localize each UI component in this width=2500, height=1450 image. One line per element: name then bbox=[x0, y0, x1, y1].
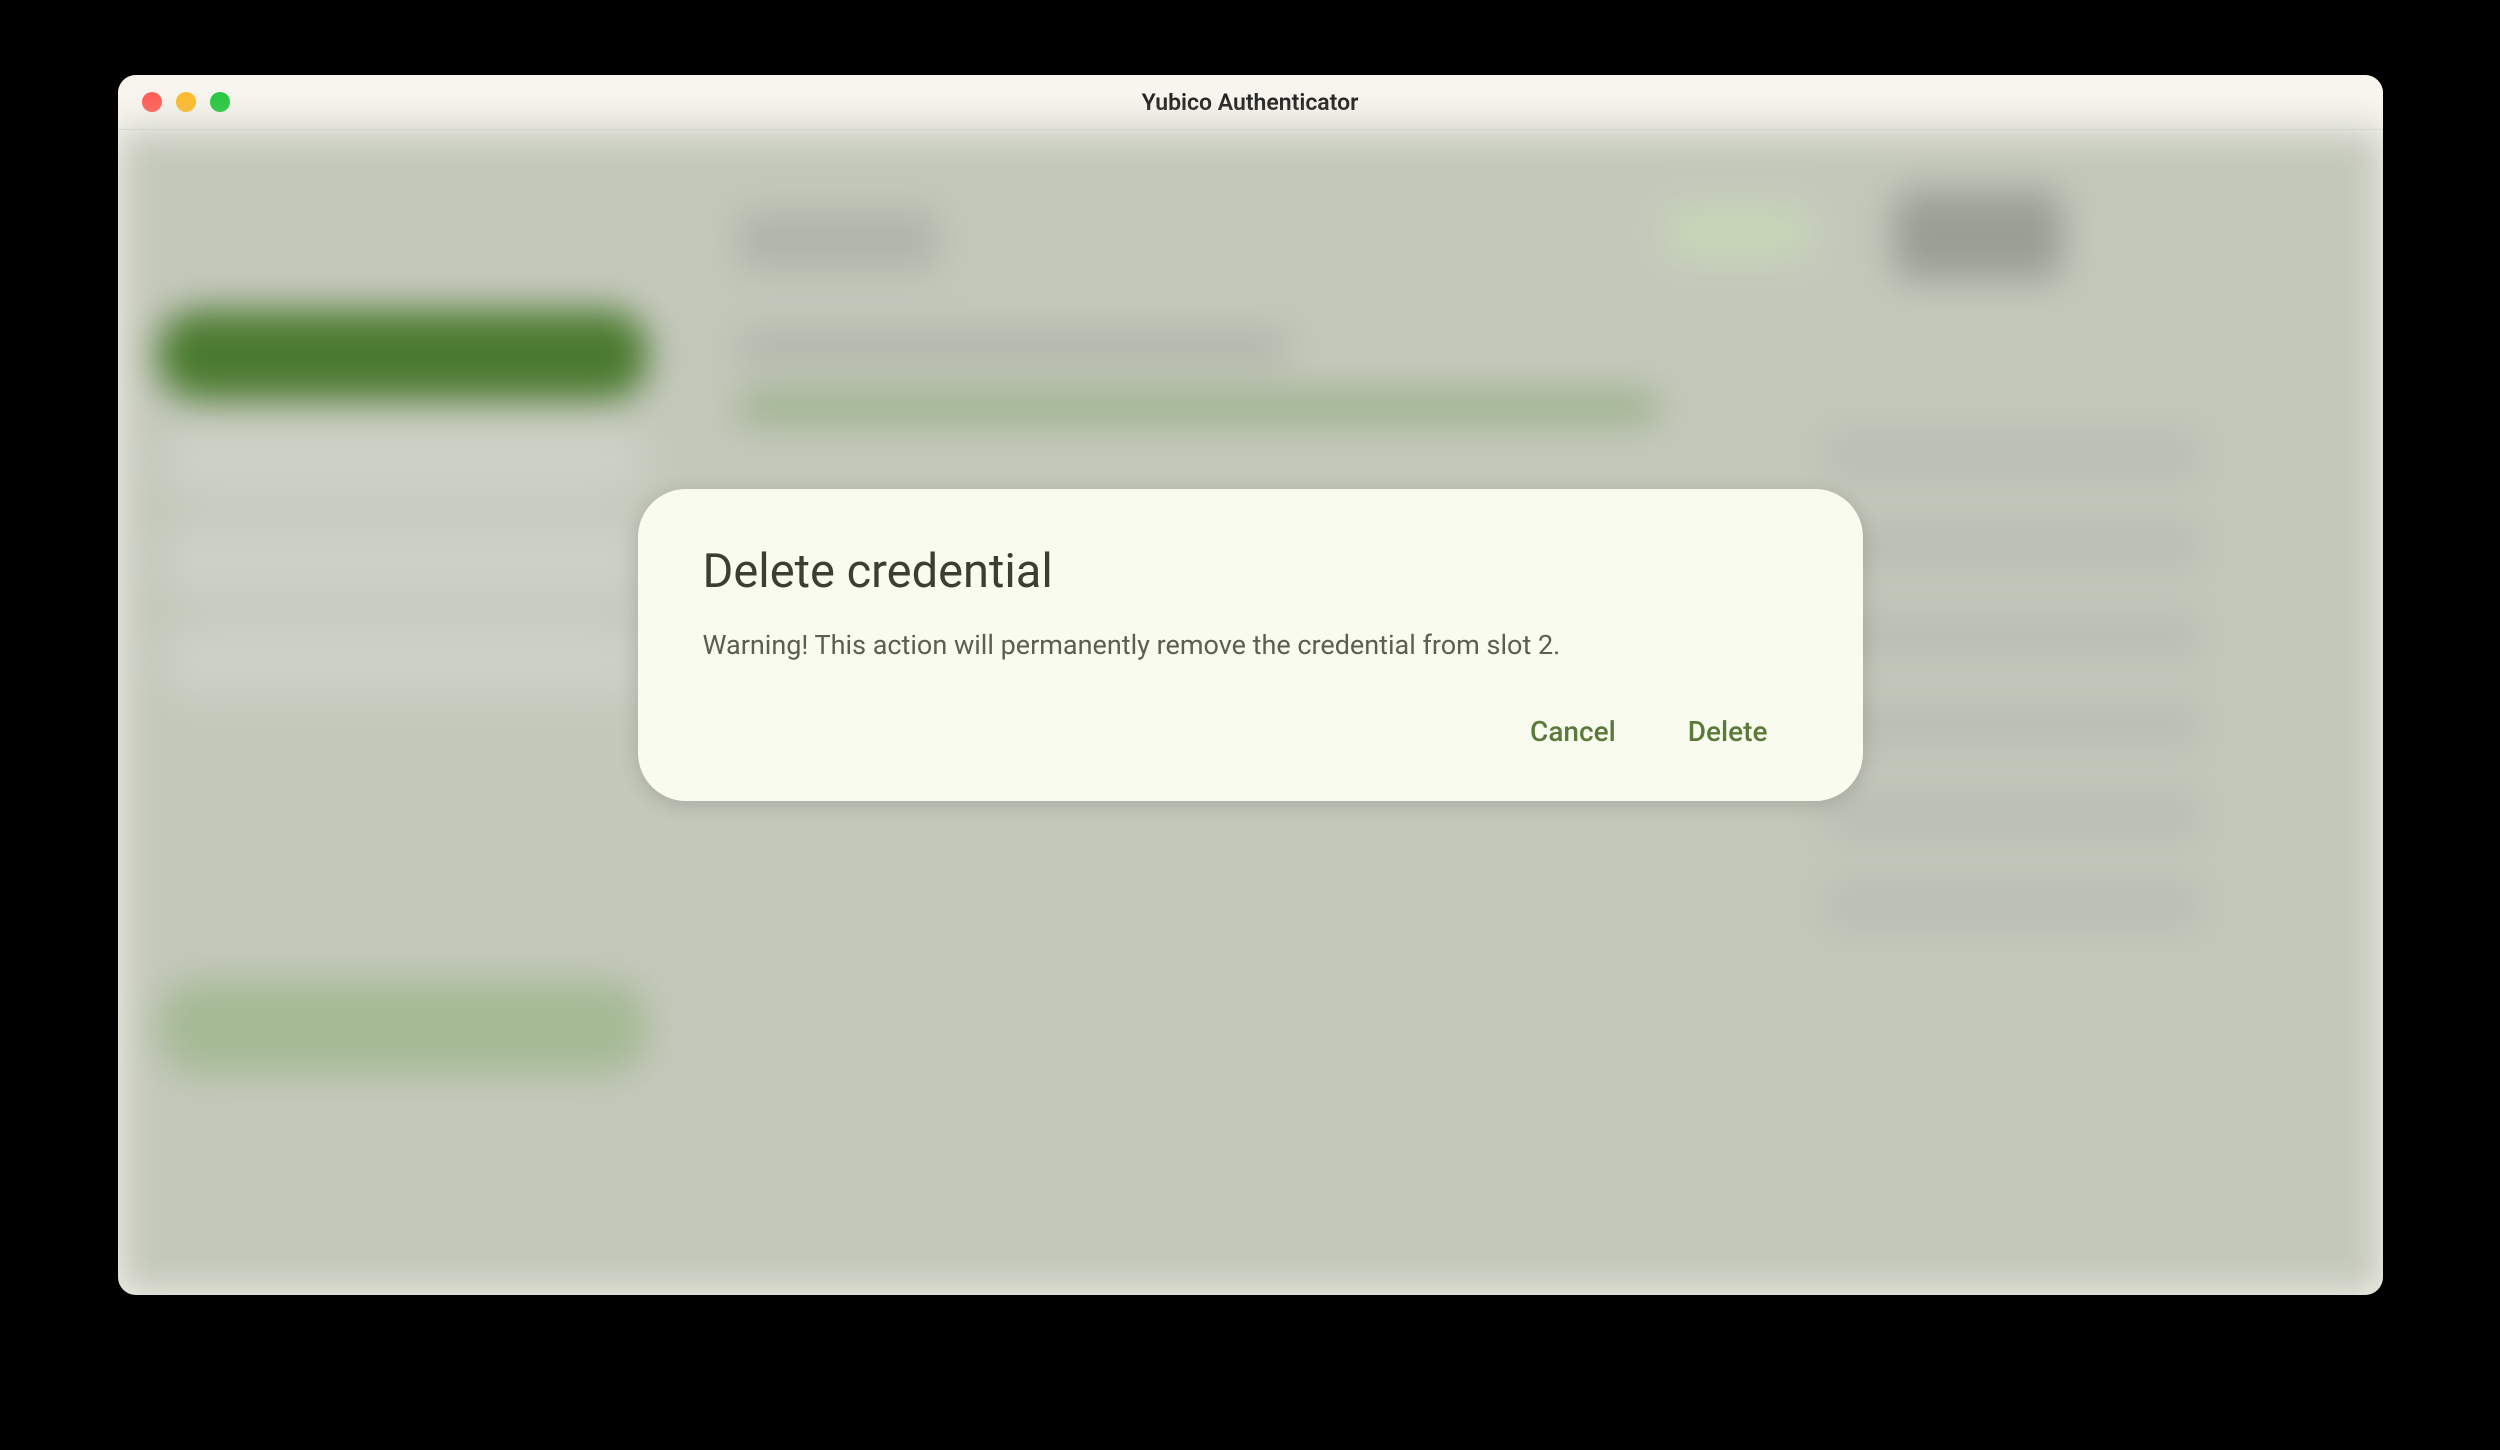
maximize-window-button[interactable] bbox=[210, 92, 230, 112]
dialog-body: Warning! This action will permanently re… bbox=[703, 627, 1798, 665]
minimize-window-button[interactable] bbox=[176, 92, 196, 112]
delete-button[interactable]: Delete bbox=[1676, 707, 1780, 756]
dialog-title: Delete credential bbox=[703, 544, 1798, 599]
window-title: Yubico Authenticator bbox=[1142, 89, 1359, 116]
cancel-button[interactable]: Cancel bbox=[1518, 707, 1628, 756]
close-window-button[interactable] bbox=[142, 92, 162, 112]
dialog-actions: Cancel Delete bbox=[703, 707, 1798, 756]
delete-credential-dialog: Delete credential Warning! This action w… bbox=[638, 489, 1863, 801]
traffic-lights bbox=[118, 92, 230, 112]
titlebar: Yubico Authenticator bbox=[118, 75, 2383, 130]
app-window: Yubico Authenticator Delete crede bbox=[118, 75, 2383, 1295]
